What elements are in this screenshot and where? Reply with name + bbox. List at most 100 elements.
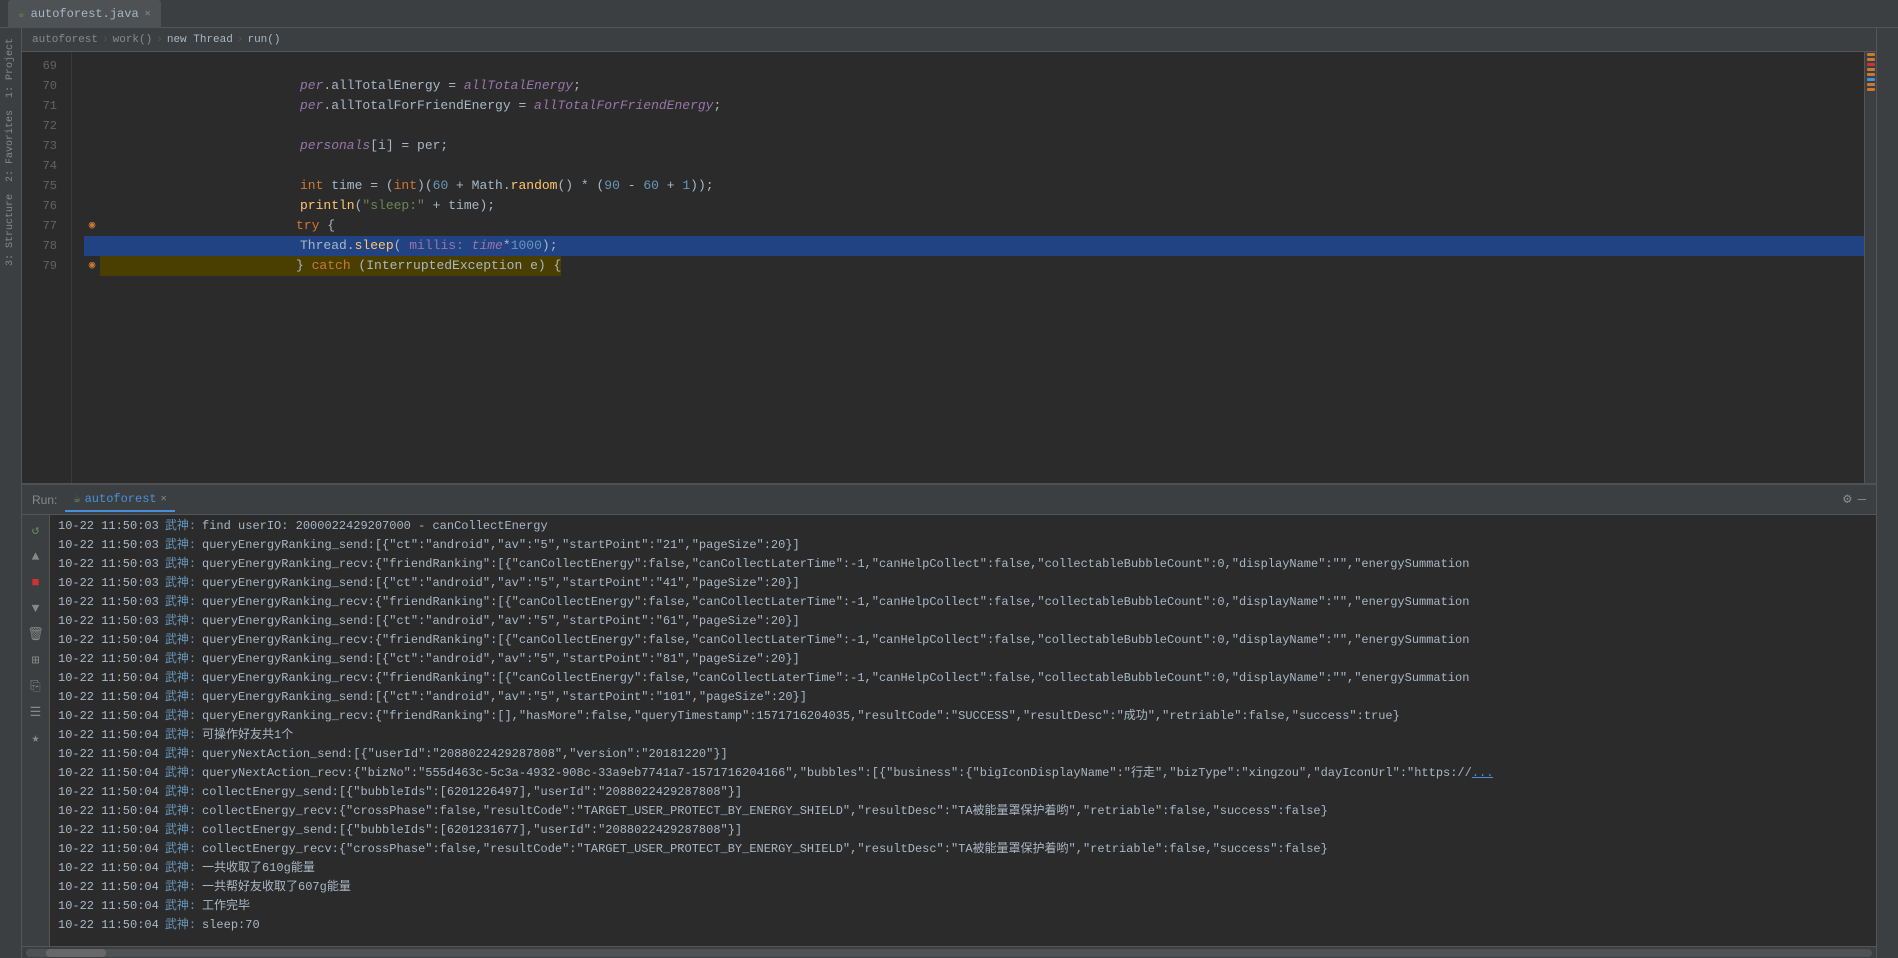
breadcrumb-work: work() [113, 34, 153, 46]
log-tag-16: 武神: [165, 821, 196, 840]
log-line-15: 10-22 11:50:04武神:collectEnergy_recv:{"cr… [58, 802, 1868, 821]
log-line-9: 10-22 11:50:04 武神: queryEnergyRanking_send… [58, 688, 1868, 707]
run-favorite-button[interactable]: ★ [25, 727, 47, 749]
top-bar: ☕ autoforest.java ✕ [0, 0, 1898, 28]
run-header-controls: ⚙ — [1843, 491, 1866, 508]
scroll-marker-5 [1867, 73, 1875, 76]
run-restart-button[interactable]: ↺ [25, 519, 47, 541]
log-timestamp-3: 10-22 11:50:03 [58, 574, 159, 593]
code-line-79: ◉ } catch (InterruptedException e) { [84, 256, 1864, 276]
code-line-72 [84, 116, 1864, 136]
run-panel: Run: ☕ autoforest ✕ ⚙ — ↺ ▲ ■ ▼ [22, 483, 1876, 958]
log-timestamp-18: 10-22 11:50:04 [58, 859, 159, 878]
run-copy-button[interactable]: ⎘ [25, 675, 47, 697]
horizontal-scrollbar-track[interactable] [26, 949, 1872, 957]
log-msg-2: queryEnergyRanking_recv:{"friendRanking"… [202, 555, 1469, 574]
log-timestamp-17: 10-22 11:50:04 [58, 840, 159, 859]
scroll-marker-7 [1867, 83, 1875, 86]
log-tag-10: 武神: [165, 707, 196, 726]
run-panel-header: Run: ☕ autoforest ✕ ⚙ — [22, 485, 1876, 515]
log-timestamp-20: 10-22 11:50:04 [58, 897, 159, 916]
log-line-18: 10-22 11:50:04 武神: 一共收取了610g能量 [58, 859, 1868, 878]
log-tag-15: 武神: [165, 802, 196, 821]
minimize-icon[interactable]: — [1858, 492, 1866, 508]
log-timestamp-1: 10-22 11:50:03 [58, 536, 159, 555]
log-tag-19: 武神: [165, 878, 196, 897]
log-msg-9: queryEnergyRanking_send:[{"ct":"android"… [202, 688, 807, 707]
run-log-content[interactable]: 10-22 11:50:03武神:find userIO: 2000022429… [50, 515, 1876, 946]
log-msg-11: 可操作好友共1个 [202, 726, 293, 745]
log-msg-16: collectEnergy_send:[{"bubbleIds":[620123… [202, 821, 742, 840]
sidebar-tab-project[interactable]: 1: Project [3, 32, 18, 104]
log-msg-12: queryNextAction_send:[{"userId":"2088022… [202, 745, 728, 764]
run-tab-icon: ☕ [73, 491, 80, 506]
log-line-11: 10-22 11:50:04武神:可操作好友共1个 [58, 726, 1868, 745]
scroll-marker-8 [1867, 88, 1875, 91]
code-line-70: per.allTotalEnergy = allTotalEnergy; [84, 76, 1864, 96]
sidebar-tab-structure[interactable]: 3: Structure [3, 188, 18, 272]
log-msg-15: collectEnergy_recv:{"crossPhase":false,"… [202, 802, 1328, 821]
code-line-78: Thread.sleep( millis: time*1000); [84, 236, 1864, 256]
sidebar-tab-favorites[interactable]: 2: Favorites [3, 104, 18, 188]
code-editor[interactable]: 69 70 71 72 73 74 75 76 77 78 79 p [22, 52, 1876, 483]
log-tag-18: 武神: [165, 859, 196, 878]
log-tag-7: 武神: [165, 650, 196, 669]
run-tab-label: autoforest [85, 492, 157, 506]
line-num-73: 73 [22, 136, 63, 156]
log-tag-1: 武神: [165, 536, 196, 555]
settings-icon[interactable]: ⚙ [1843, 491, 1851, 508]
log-timestamp-12: 10-22 11:50:04 [58, 745, 159, 764]
line-num-74: 74 [22, 156, 63, 176]
breadcrumb: autoforest › work() › new Thread › run() [22, 28, 1876, 52]
line-num-71: 71 [22, 96, 63, 116]
log-line-6: 10-22 11:50:04武神:queryEnergyRanking_recv… [58, 631, 1868, 650]
breadcrumb-new-thread: new Thread [167, 34, 233, 46]
run-tab-autoforest[interactable]: ☕ autoforest ✕ [65, 487, 174, 512]
scroll-marker-6 [1867, 78, 1875, 81]
log-tag-9: 武神: [165, 688, 196, 707]
horizontal-scrollbar-thumb[interactable] [46, 949, 106, 957]
log-timestamp-9: 10-22 11:50:04 [58, 688, 159, 707]
log-timestamp-7: 10-22 11:50:04 [58, 650, 159, 669]
log-timestamp-10: 10-22 11:50:04 [58, 707, 159, 726]
scroll-marker-3 [1867, 63, 1875, 66]
right-vertical-sidebar [1876, 28, 1898, 958]
run-stop-button[interactable]: ■ [25, 571, 47, 593]
log-msg-1: queryEnergyRanking_send:[{"ct":"android"… [202, 536, 800, 555]
run-filter-button[interactable]: ⊞ [25, 649, 47, 671]
log-line-16: 10-22 11:50:04 武神: collectEnergy_send:[{"b… [58, 821, 1868, 840]
line-num-75: 75 [22, 176, 63, 196]
tab-close-button[interactable]: ✕ [145, 8, 151, 20]
log-tag-5: 武神: [165, 612, 196, 631]
code-line-77: ◉ try { [84, 216, 1864, 236]
log-line-5: 10-22 11:50:03武神:queryEnergyRanking_send… [58, 612, 1868, 631]
editor-scrollbar[interactable] [1864, 52, 1876, 483]
run-settings-button[interactable]: ☰ [25, 701, 47, 723]
log-msg-18: 一共收取了610g能量 [202, 859, 315, 878]
log-msg-20: 工作完毕 [202, 897, 250, 916]
log-msg-19: 一共帮好友收取了607g能量 [202, 878, 351, 897]
file-tab[interactable]: ☕ autoforest.java ✕ [8, 0, 161, 28]
tab-label: autoforest.java [31, 7, 139, 21]
log-tag-2: 武神: [165, 555, 196, 574]
run-tab-close[interactable]: ✕ [161, 493, 167, 505]
run-toolbar: ↺ ▲ ■ ▼ 🗑 ⊞ ⎘ ☰ ★ [22, 515, 50, 946]
bottom-scrollbar[interactable] [22, 946, 1876, 958]
scroll-marker-1 [1867, 53, 1875, 56]
log-timestamp-21: 10-22 11:50:04 [58, 916, 159, 935]
editor-area: autoforest › work() › new Thread › run()… [22, 28, 1876, 958]
log-line-2: 10-22 11:50:03武神:queryEnergyRanking_recv… [58, 555, 1868, 574]
log-line-1: 10-22 11:50:03 武神: queryEnergyRanking_send… [58, 536, 1868, 555]
log-timestamp-16: 10-22 11:50:04 [58, 821, 159, 840]
log-line-21: 10-22 11:50:04武神:sleep:70 [58, 916, 1868, 935]
run-scroll-up-button[interactable]: ▲ [25, 545, 47, 567]
log-link-13[interactable]: ... [1472, 766, 1494, 780]
run-clear-button[interactable]: 🗑 [25, 623, 47, 645]
gutter-70 [84, 76, 100, 96]
log-line-12: 10-22 11:50:04武神:queryNextAction_send:[{… [58, 745, 1868, 764]
code-content[interactable]: per.allTotalEnergy = allTotalEnergy; per… [72, 52, 1864, 483]
run-scroll-down-button[interactable]: ▼ [25, 597, 47, 619]
log-line-8: 10-22 11:50:04武神:queryEnergyRanking_recv… [58, 669, 1868, 688]
log-timestamp-19: 10-22 11:50:04 [58, 878, 159, 897]
line-number-gutter: 69 70 71 72 73 74 75 76 77 78 79 [22, 52, 72, 483]
